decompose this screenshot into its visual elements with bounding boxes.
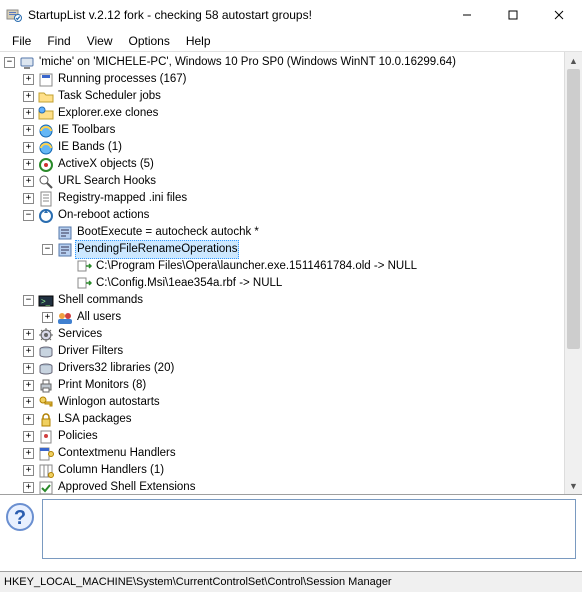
context-menu-icon [38,446,54,462]
tree-node-label[interactable]: Contextmenu Handlers [58,445,176,462]
shell-icon: >_ [38,293,54,309]
info-panel: ? [0,495,582,571]
tree-node-label[interactable]: Driver Filters [58,343,123,360]
folder-icon [38,89,54,105]
collapse-toggle[interactable]: − [23,295,34,306]
expand-toggle[interactable]: + [23,465,34,476]
help-icon: ? [4,501,36,533]
computer-icon [19,55,35,71]
expand-toggle[interactable]: + [23,108,34,119]
search-icon [38,174,54,190]
tree-node-label[interactable]: URL Search Hooks [58,173,156,190]
reboot-icon [38,208,54,224]
collapse-toggle[interactable]: − [42,244,53,255]
scroll-down-arrow[interactable]: ▼ [565,477,582,494]
script-icon [57,242,73,258]
tree-node-label[interactable]: LSA packages [58,411,132,428]
expand-toggle[interactable]: + [23,448,34,459]
expand-toggle[interactable]: + [23,431,34,442]
maximize-button[interactable] [490,0,536,30]
expand-toggle[interactable]: + [23,74,34,85]
tree-node-label[interactable]: All users [77,309,121,326]
menu-help[interactable]: Help [178,32,219,50]
expand-toggle[interactable]: + [23,346,34,357]
app-icon [6,7,22,23]
process-icon [38,72,54,88]
file-move-icon [76,259,92,275]
expand-toggle[interactable]: + [23,176,34,187]
users-icon [57,310,73,326]
titlebar: StartupList v.2.12 fork - checking 58 au… [0,0,582,31]
printer-icon [38,378,54,394]
tree-leaf-label[interactable]: C:\Program Files\Opera\launcher.exe.1511… [96,258,417,275]
approved-icon [38,480,54,496]
policy-icon [38,429,54,445]
menu-options[interactable]: Options [120,32,177,50]
menu-file[interactable]: File [4,32,39,50]
column-icon [38,463,54,479]
expand-toggle[interactable]: + [23,125,34,136]
tree-node-label[interactable]: Task Scheduler jobs [58,88,161,105]
menubar: File Find View Options Help [0,31,582,51]
status-text: HKEY_LOCAL_MACHINE\System\CurrentControl… [4,576,392,588]
svg-text:>_: >_ [41,297,51,306]
svg-text:?: ? [14,507,26,529]
scroll-thumb[interactable] [567,69,580,349]
tree-view[interactable]: − 'miche' on 'MICHELE-PC', Windows 10 Pr… [0,51,582,495]
ini-file-icon [38,191,54,207]
collapse-toggle[interactable]: − [4,57,15,68]
expand-toggle[interactable]: + [23,482,34,493]
tree-node-label[interactable]: IE Toolbars [58,122,115,139]
root-node-label[interactable]: 'miche' on 'MICHELE-PC', Windows 10 Pro … [39,54,456,71]
file-move-icon [76,276,92,292]
expand-toggle[interactable]: + [23,91,34,102]
vertical-scrollbar[interactable]: ▲ ▼ [564,52,582,494]
statusbar: HKEY_LOCAL_MACHINE\System\CurrentControl… [0,571,582,592]
tree-node-label-selected[interactable]: PendingFileRenameOperations [75,240,239,259]
tree-node-label[interactable]: Services [58,326,102,343]
tree-node-label[interactable]: Registry-mapped .ini files [58,190,187,207]
menu-view[interactable]: View [79,32,121,50]
key-icon [38,395,54,411]
tree-node-label[interactable]: Winlogon autostarts [58,394,160,411]
tree-node-label[interactable]: Running processes (167) [58,71,187,88]
explorer-icon [38,106,54,122]
tree-leaf-label[interactable]: BootExecute = autocheck autochk * [77,224,259,241]
expand-toggle[interactable]: + [23,380,34,391]
tree-node-label[interactable]: On-reboot actions [58,207,149,224]
expand-toggle[interactable]: + [23,193,34,204]
tree-node-label[interactable]: Approved Shell Extensions [58,479,195,495]
tree-node-label[interactable]: IE Bands (1) [58,139,122,156]
lock-icon [38,412,54,428]
close-button[interactable] [536,0,582,30]
tree-node-label[interactable]: Explorer.exe clones [58,105,158,122]
tree-node-label[interactable]: Column Handlers (1) [58,462,164,479]
driver-icon [38,344,54,360]
collapse-toggle[interactable]: − [23,210,34,221]
minimize-button[interactable] [444,0,490,30]
script-icon [57,225,73,241]
expand-toggle[interactable]: + [23,414,34,425]
services-icon [38,327,54,343]
menu-find[interactable]: Find [39,32,78,50]
expand-toggle[interactable]: + [23,142,34,153]
expand-toggle[interactable]: + [23,159,34,170]
expand-toggle[interactable]: + [23,363,34,374]
driver-icon [38,361,54,377]
expand-toggle[interactable]: + [42,312,53,323]
expand-toggle[interactable]: + [23,397,34,408]
window-title: StartupList v.2.12 fork - checking 58 au… [28,8,444,22]
tree-node-label[interactable]: Drivers32 libraries (20) [58,360,174,377]
tree-leaf-label[interactable]: C:\Config.Msi\1eae354a.rbf -> NULL [96,275,282,292]
ie-icon [38,123,54,139]
activex-icon [38,157,54,173]
tree-node-label[interactable]: Print Monitors (8) [58,377,146,394]
tree-node-label[interactable]: ActiveX objects (5) [58,156,154,173]
expand-toggle[interactable]: + [23,329,34,340]
scroll-up-arrow[interactable]: ▲ [565,52,582,69]
tree-node-label[interactable]: Policies [58,428,98,445]
info-textbox[interactable] [42,499,576,559]
tree-node-label[interactable]: Shell commands [58,292,143,309]
ie-icon [38,140,54,156]
